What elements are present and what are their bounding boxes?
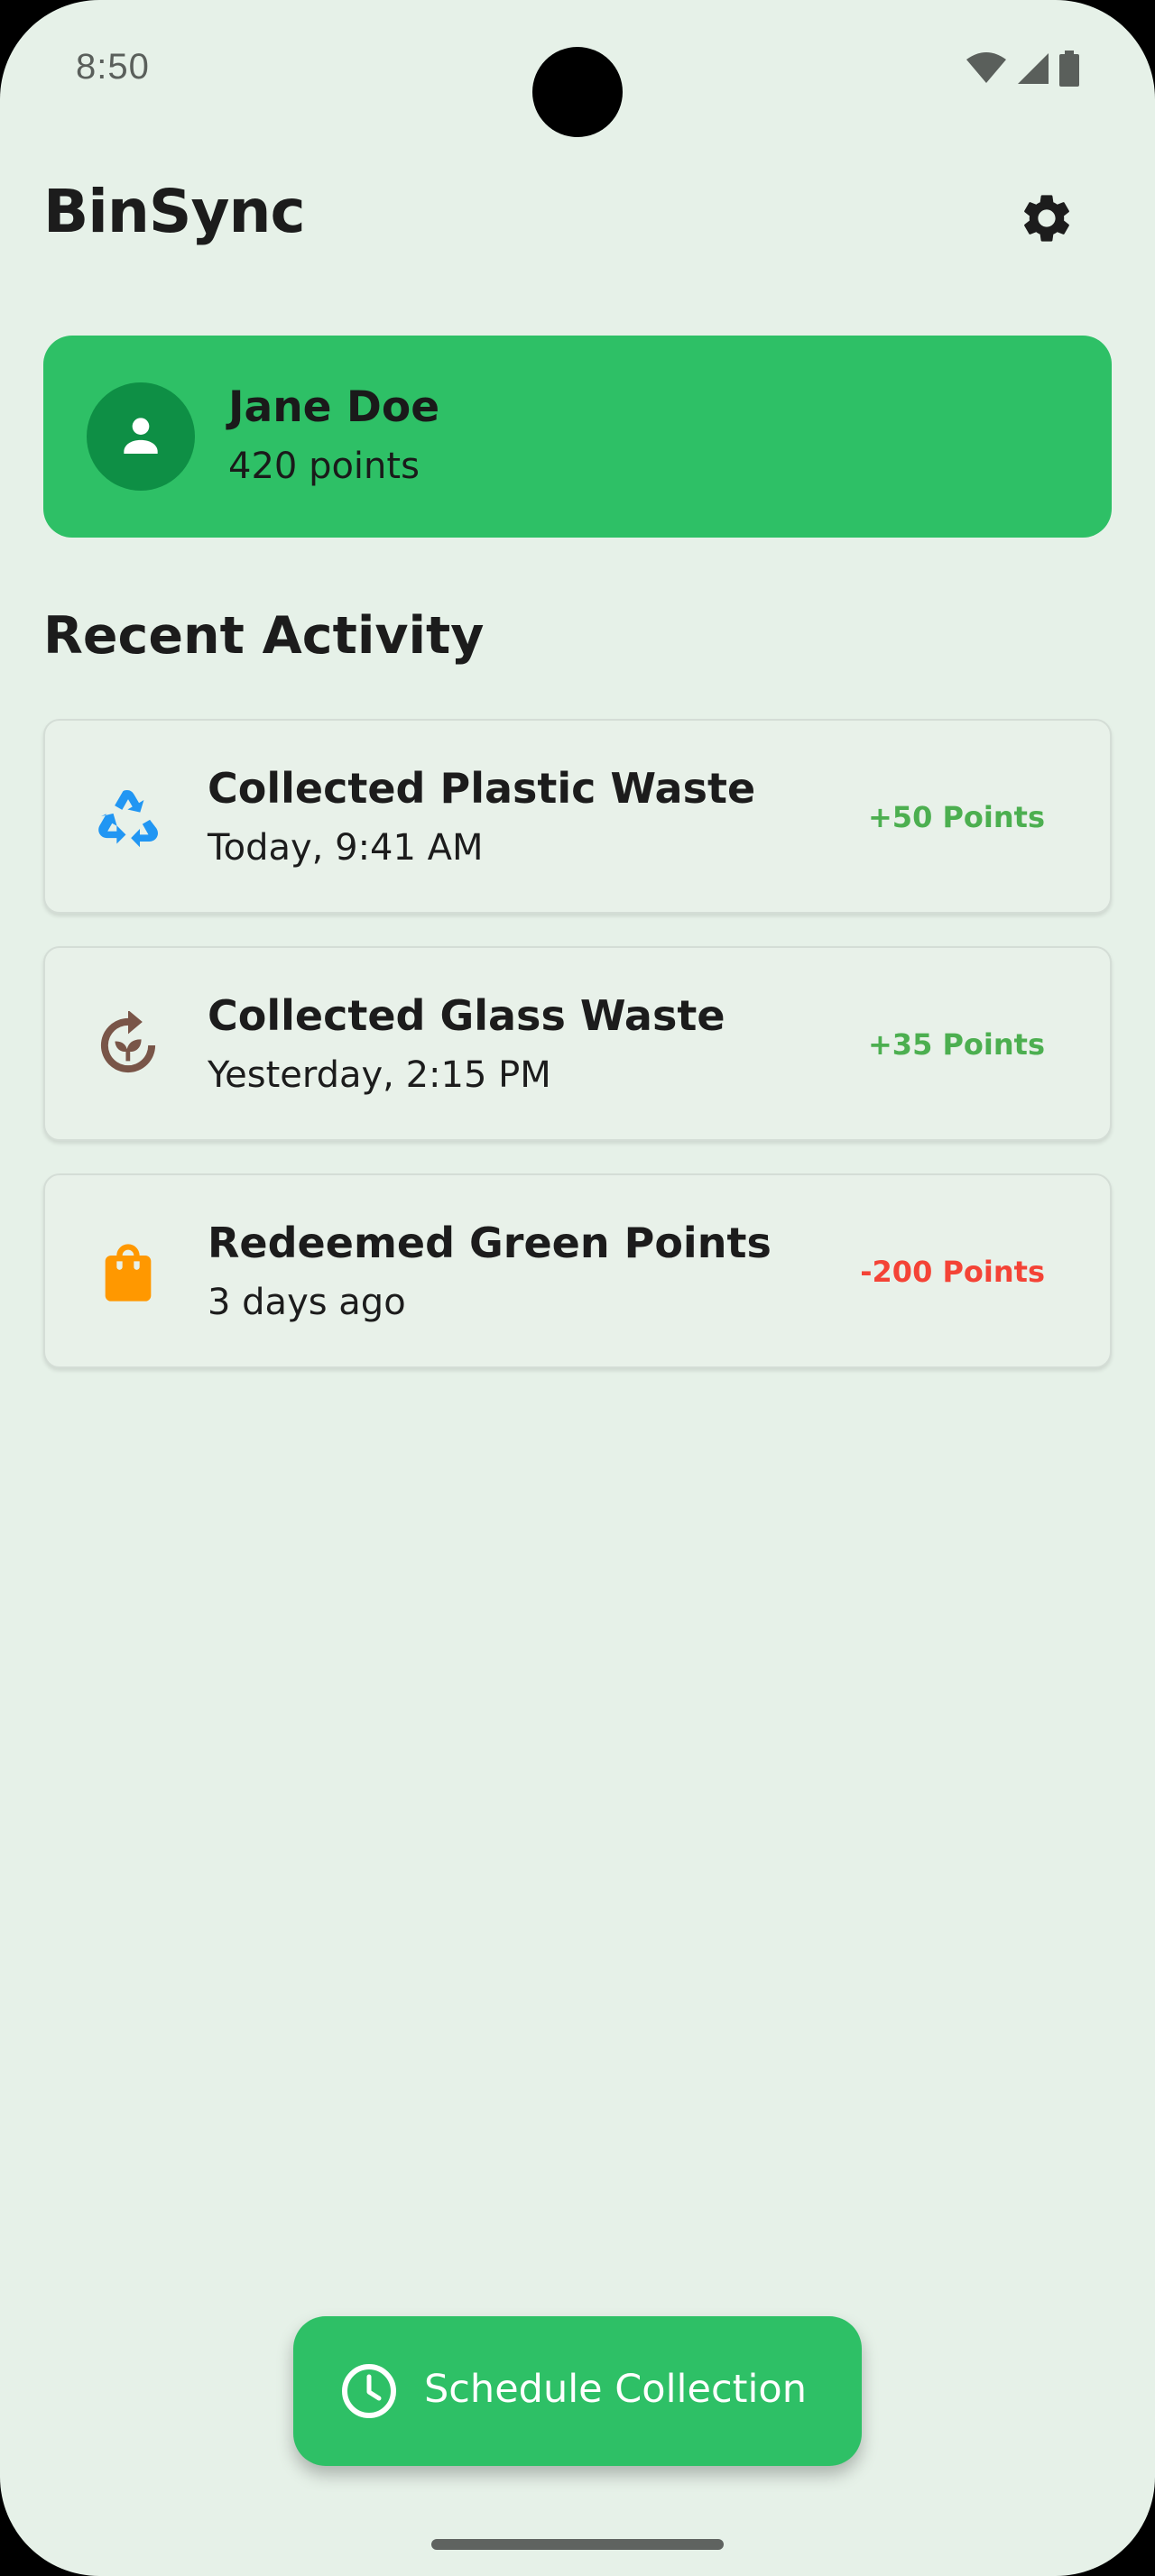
app-title: BinSync xyxy=(43,177,306,246)
recent-activity-heading: Recent Activity xyxy=(43,606,485,666)
recycle-icon xyxy=(92,782,164,854)
status-icons xyxy=(966,51,1079,90)
gear-icon xyxy=(1018,189,1076,251)
activity-points: +35 Points xyxy=(867,1027,1045,1062)
activity-item-redeemed[interactable]: Redeemed Green Points 3 days ago -200 Po… xyxy=(43,1173,1112,1368)
activity-title: Collected Plastic Waste xyxy=(208,764,756,813)
activity-title: Collected Glass Waste xyxy=(208,991,725,1040)
activity-item-glass[interactable]: Collected Glass Waste Yesterday, 2:15 PM… xyxy=(43,946,1112,1141)
home-indicator[interactable] xyxy=(431,2539,724,2550)
activity-points: +50 Points xyxy=(867,800,1045,834)
schedule-collection-button[interactable]: Schedule Collection xyxy=(293,2316,862,2466)
compost-icon xyxy=(92,1009,164,1081)
person-icon xyxy=(116,409,166,464)
profile-card[interactable]: Jane Doe 420 points xyxy=(43,336,1112,538)
activity-timestamp: 3 days ago xyxy=(208,1282,406,1323)
settings-button[interactable] xyxy=(1007,180,1086,260)
profile-points: 420 points xyxy=(228,446,420,487)
schedule-collection-label: Schedule Collection xyxy=(424,2367,807,2412)
activity-title: Redeemed Green Points xyxy=(208,1219,772,1267)
activity-timestamp: Today, 9:41 AM xyxy=(208,827,484,869)
status-bar: 8:50 xyxy=(0,0,1155,137)
activity-timestamp: Yesterday, 2:15 PM xyxy=(208,1054,551,1096)
avatar xyxy=(87,382,195,491)
signal-icon xyxy=(1016,51,1050,89)
activity-item-plastic[interactable]: Collected Plastic Waste Today, 9:41 AM +… xyxy=(43,719,1112,914)
status-time: 8:50 xyxy=(76,47,150,87)
profile-name: Jane Doe xyxy=(228,382,440,432)
clock-icon xyxy=(340,2362,398,2420)
battery-icon xyxy=(1059,51,1079,90)
camera-cutout xyxy=(532,47,623,137)
shopping-bag-icon xyxy=(92,1237,164,1309)
wifi-icon xyxy=(966,52,1007,88)
phone-screen: 8:50 BinSync Jane Doe 420 points Recent … xyxy=(0,0,1155,2576)
activity-points: -200 Points xyxy=(860,1255,1045,1289)
